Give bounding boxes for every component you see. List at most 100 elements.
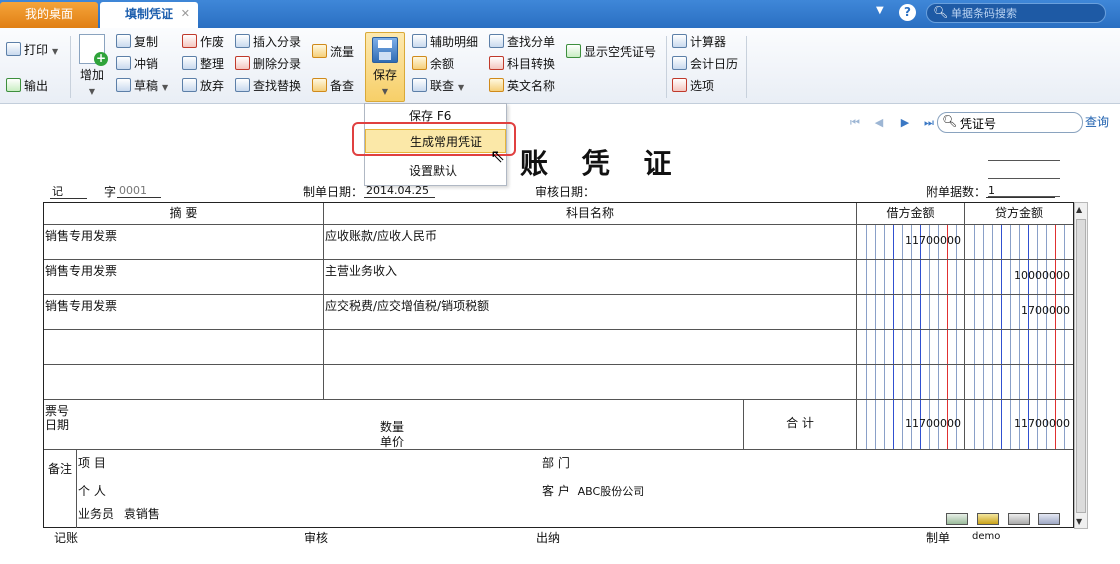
prep-date-label: 制单日期：: [303, 185, 364, 199]
add-document-icon: [79, 34, 108, 66]
output-button[interactable]: 输出: [6, 76, 48, 96]
voucher-type[interactable]: 记: [50, 183, 87, 199]
close-icon[interactable]: ✕: [181, 2, 190, 26]
attachments-field[interactable]: 1: [986, 183, 1055, 198]
card-icon[interactable]: [977, 513, 999, 525]
amount-grid: [866, 295, 957, 329]
voucher-number-search: 🔍︎: [937, 112, 1083, 133]
summary-cell[interactable]: [44, 365, 324, 400]
find-replace-label: 查找替换: [253, 79, 302, 93]
reverse-button[interactable]: 冲销: [116, 54, 158, 74]
top-tab-bar: 我的桌面 填制凭证 ✕ ▼ ? 🔍︎: [0, 0, 1120, 28]
reserve-check-button[interactable]: 备查: [312, 76, 354, 96]
account-convert-button[interactable]: 科目转换: [489, 54, 555, 74]
search-icon[interactable]: 🔍︎: [933, 5, 948, 19]
discard-button[interactable]: 放弃: [182, 76, 224, 96]
delete-entry-label: 删除分录: [253, 57, 302, 71]
flow-button[interactable]: 流量: [312, 42, 354, 62]
dots-icon[interactable]: [1008, 513, 1030, 525]
tab-fill-voucher[interactable]: 填制凭证 ✕: [100, 2, 198, 28]
void-button[interactable]: 作废: [182, 32, 224, 52]
account-cell[interactable]: [324, 365, 857, 400]
debit-amount-cell[interactable]: [857, 365, 965, 400]
account-cell[interactable]: [324, 330, 857, 365]
linked-query-icon: [412, 78, 427, 92]
save-button[interactable]: 保存 ▼: [365, 32, 405, 102]
debit-amount-value: 11700000: [905, 234, 961, 247]
debit-amount-cell[interactable]: [857, 295, 965, 330]
calculator-label: 计算器: [690, 35, 727, 49]
credit-amount-cell[interactable]: 10000000: [965, 260, 1073, 295]
mouse-cursor-icon: ⇖: [490, 146, 506, 167]
help-icon[interactable]: ?: [899, 4, 916, 21]
summary-cell[interactable]: [44, 330, 324, 365]
credit-amount-value: 10000000: [1014, 269, 1070, 282]
col-debit-header: 借方金额: [857, 203, 965, 225]
insert-entry-button[interactable]: 插入分录: [235, 32, 301, 52]
balance-label: 余额: [430, 57, 455, 71]
debit-amount-cell[interactable]: [857, 330, 965, 365]
reverse-label: 冲销: [134, 57, 159, 71]
amount-grid: [974, 330, 1065, 364]
account-cell[interactable]: 应收账款/应收人民币: [324, 225, 857, 260]
last-record-icon[interactable]: ⏭: [922, 116, 936, 130]
menu-item-set-default[interactable]: 设置默认: [365, 159, 506, 183]
chevron-down-icon: ▼: [381, 87, 389, 96]
copy-button[interactable]: 复制: [116, 32, 158, 52]
delete-entry-button[interactable]: 删除分录: [235, 54, 301, 74]
summary-cell[interactable]: 销售专用发票: [44, 260, 324, 295]
credit-amount-cell[interactable]: [965, 330, 1073, 365]
ticket-info-cell[interactable]: 票号 日期 数量 单价: [44, 400, 744, 450]
salesperson-field[interactable]: 业务员 袁销售: [78, 505, 160, 522]
aux-detail-button[interactable]: 辅助明细: [412, 32, 478, 52]
insert-entry-label: 插入分录: [253, 35, 302, 49]
attachment-icon[interactable]: [946, 513, 968, 525]
debit-amount-cell[interactable]: 11700000: [857, 225, 965, 260]
show-empty-voucher-no-label: 显示空凭证号: [584, 45, 657, 59]
next-record-icon[interactable]: ▶: [898, 116, 912, 130]
credit-amount-value: 1700000: [1021, 304, 1070, 317]
account-cell[interactable]: 应交税费/应交增值税/销项税额: [324, 295, 857, 330]
barcode-search-input[interactable]: [951, 5, 1101, 21]
salesperson-value: 袁销售: [123, 507, 160, 521]
voucher-number[interactable]: 0001: [117, 183, 161, 198]
vertical-scrollbar[interactable]: ▲ ▼: [1074, 202, 1088, 529]
credit-amount-cell[interactable]: [965, 225, 1073, 260]
find-replace-button[interactable]: 查找替换: [235, 76, 301, 96]
voucher-number-input[interactable]: [960, 115, 1078, 131]
account-cell[interactable]: 主营业务收入: [324, 260, 857, 295]
options-button[interactable]: 选项: [672, 76, 714, 96]
scroll-up-icon[interactable]: ▲: [1076, 205, 1082, 214]
customer-field[interactable]: 客 户 ABC股份公司: [542, 482, 644, 499]
query-button[interactable]: 查询: [1085, 113, 1109, 130]
accounting-calendar-label: 会计日历: [690, 57, 739, 71]
english-name-button[interactable]: 英文名称: [489, 76, 555, 96]
summary-cell[interactable]: 销售专用发票: [44, 295, 324, 330]
accounting-calendar-button[interactable]: 会计日历: [672, 54, 738, 74]
scroll-thumb[interactable]: [1076, 219, 1086, 513]
print-button[interactable]: 打印 ▼: [6, 40, 58, 60]
balance-button[interactable]: 余额: [412, 54, 454, 74]
summary-cell[interactable]: 销售专用发票: [44, 225, 324, 260]
department-label: 部 门: [542, 456, 570, 470]
cashier-label: 出纳: [536, 531, 561, 545]
debit-amount-cell[interactable]: [857, 260, 965, 295]
credit-amount-cell[interactable]: [965, 365, 1073, 400]
voucher-number-value: 0001: [117, 184, 161, 198]
chevron-down-icon[interactable]: ▼: [876, 5, 884, 16]
linked-query-button[interactable]: 联查 ▼: [412, 76, 464, 96]
insert-row-icon: [235, 34, 250, 48]
previous-record-icon[interactable]: ◀: [872, 116, 886, 130]
first-record-icon[interactable]: ⏮: [848, 116, 862, 130]
scroll-down-icon[interactable]: ▼: [1076, 517, 1082, 526]
add-button[interactable]: 增加 ▼: [76, 34, 108, 100]
tidy-button[interactable]: 整理: [182, 54, 224, 74]
calculator-button[interactable]: 计算器: [672, 32, 726, 52]
credit-amount-cell[interactable]: 1700000: [965, 295, 1073, 330]
chevron-down-icon[interactable]: [1038, 513, 1060, 525]
find-entry-button[interactable]: 查找分单: [489, 32, 555, 52]
total-debit-value: 11700000: [905, 417, 961, 430]
draft-button[interactable]: 草稿 ▼: [116, 76, 168, 96]
tab-my-desktop[interactable]: 我的桌面: [0, 2, 98, 28]
show-empty-voucher-no-button[interactable]: 显示空凭证号: [566, 42, 656, 62]
